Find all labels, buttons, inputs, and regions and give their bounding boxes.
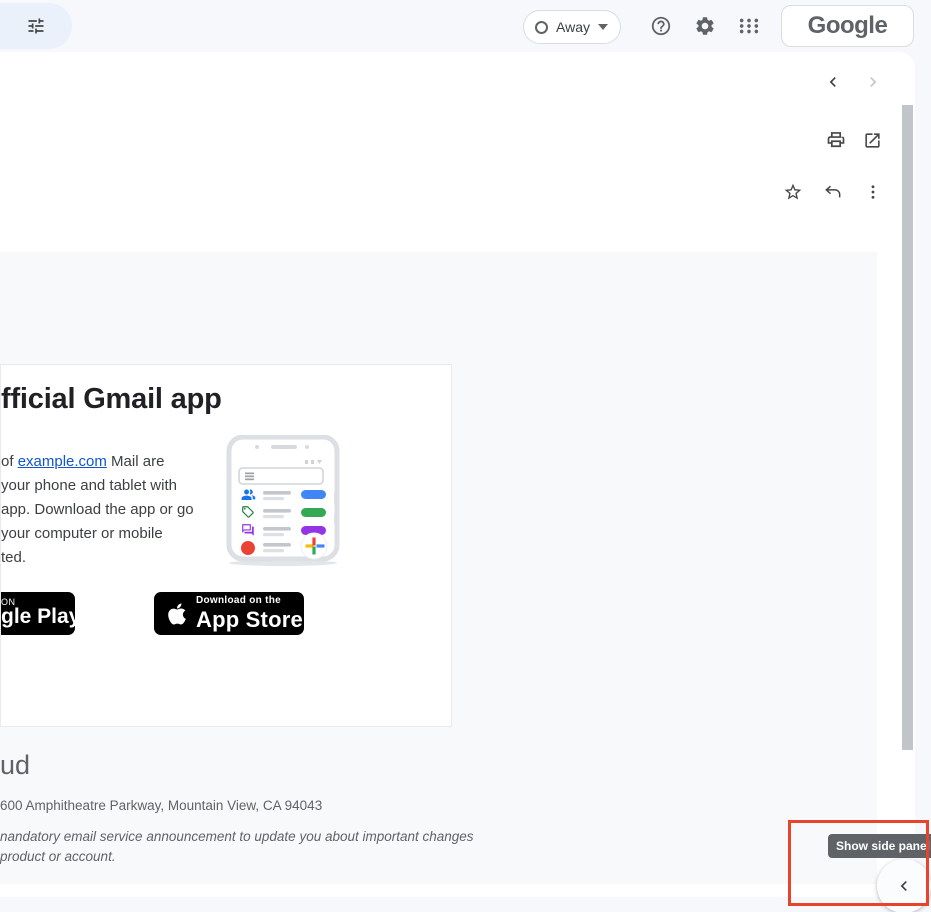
caret-down-icon <box>598 24 608 30</box>
gear-icon <box>694 15 716 37</box>
open-in-new-icon <box>863 131 882 150</box>
google-play-badge[interactable]: ON gle Play <box>1 592 75 635</box>
app-store-badge[interactable]: Download on the App Store <box>154 592 304 635</box>
reply-arrow-icon <box>823 182 843 202</box>
scrollbar-thumb[interactable] <box>902 105 913 750</box>
body-line1-prefix: of <box>1 453 18 470</box>
email-panel: fficial Gmail app of example.com Mail ar… <box>0 52 915 897</box>
google-apps-button[interactable] <box>729 6 769 46</box>
chevron-left-icon <box>823 72 843 92</box>
reply-button[interactable] <box>813 172 853 212</box>
presence-circle-icon <box>535 21 548 34</box>
chevron-right-icon <box>863 72 883 92</box>
app-store-badge-top: Download on the <box>196 596 303 606</box>
app-store-badge-main: App Store <box>196 609 303 631</box>
body-line4: your computer or mobile <box>1 525 163 542</box>
example-com-link[interactable]: example.com <box>18 453 107 470</box>
help-button[interactable] <box>641 6 681 46</box>
availability-status-label: Away <box>556 19 590 35</box>
phone-compose-fab <box>301 533 327 559</box>
workspace-logo-card[interactable]: Google <box>781 5 914 47</box>
footer-disclaimer-line1: nandatory email service announcement to … <box>0 829 474 844</box>
star-button[interactable] <box>773 172 813 212</box>
apple-logo-icon <box>167 602 187 626</box>
newer-conversation-button[interactable] <box>813 62 853 102</box>
body-line5: ted. <box>1 549 26 566</box>
footer-brand-fragment: ud <box>0 750 30 781</box>
phone-search-bar <box>239 468 323 484</box>
show-side-panel-tooltip: Show side panel <box>828 834 931 858</box>
more-options-button[interactable] <box>853 172 893 212</box>
body-line2: your phone and tablet with <box>1 477 177 494</box>
open-in-new-button[interactable] <box>852 120 892 160</box>
tune-sliders-icon <box>26 16 46 36</box>
phone-illustration <box>217 435 353 574</box>
apps-grid-icon <box>738 15 760 37</box>
printer-icon <box>826 130 846 150</box>
chevron-left-icon <box>894 876 914 896</box>
body-line1-suffix: Mail are <box>107 453 165 470</box>
google-logo: Google <box>808 12 888 40</box>
footer-address: 600 Amphitheatre Parkway, Mountain View,… <box>0 798 322 813</box>
more-vert-icon <box>864 183 882 201</box>
star-outline-icon <box>783 182 803 202</box>
body-line3: app. Download the app or go <box>1 501 194 518</box>
show-side-panel-button[interactable] <box>877 859 931 912</box>
top-bar: Away Google <box>0 0 931 52</box>
promo-body-text: of example.com Mail are your phone and t… <box>1 450 241 570</box>
settings-button[interactable] <box>685 6 725 46</box>
phone-status-icons <box>305 460 322 464</box>
print-button[interactable] <box>816 120 856 160</box>
gmail-app-promo-card: fficial Gmail app of example.com Mail ar… <box>0 364 452 727</box>
footer-disclaimer-line2: product or account. <box>0 849 116 864</box>
google-play-badge-main: gle Play <box>1 605 75 629</box>
search-options-button[interactable] <box>0 3 72 49</box>
availability-status-pill[interactable]: Away <box>523 10 621 44</box>
older-conversation-button[interactable] <box>853 62 893 102</box>
email-message-background: fficial Gmail app of example.com Mail ar… <box>0 252 877 884</box>
promo-heading: fficial Gmail app <box>1 383 222 416</box>
help-circle-icon <box>650 15 672 37</box>
